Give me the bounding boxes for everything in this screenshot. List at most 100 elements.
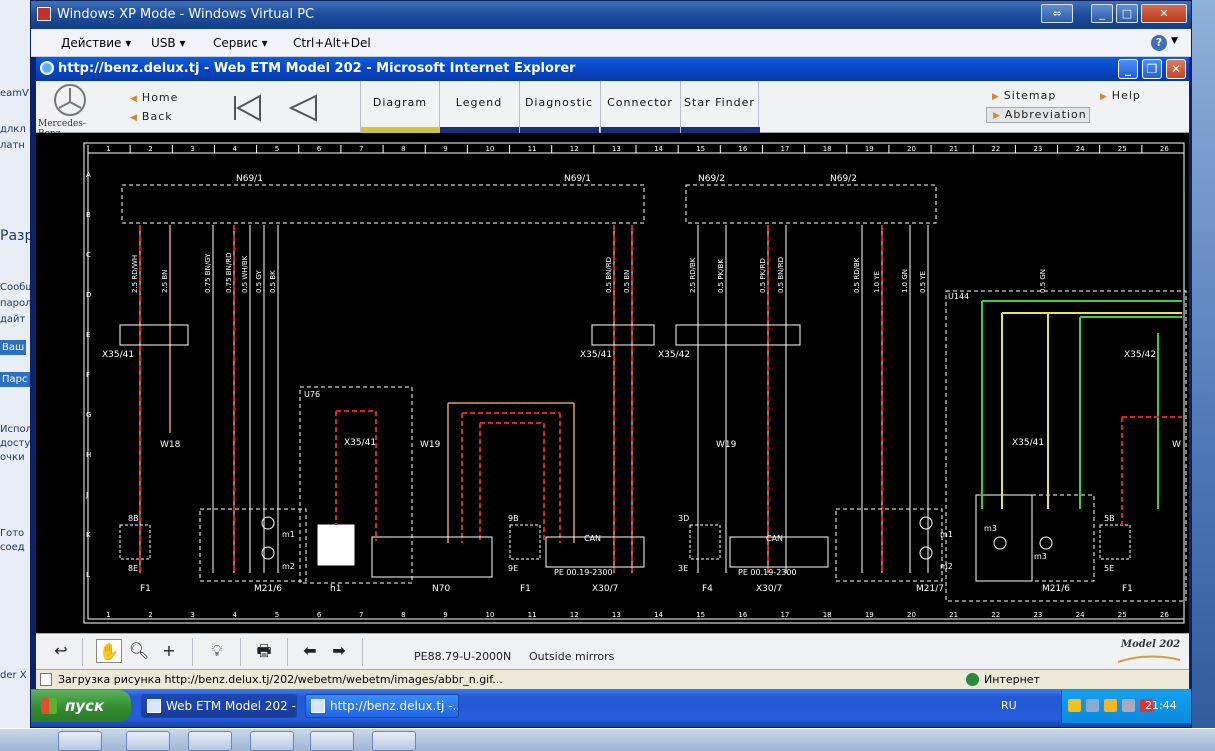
fuse-label: 5E bbox=[1104, 564, 1114, 573]
vm-menu-action[interactable]: Действие ▾ bbox=[61, 36, 131, 50]
bulb-icon[interactable]: 💡︎ bbox=[204, 639, 230, 663]
mercedes-logo[interactable]: Mercedes-Benz bbox=[38, 84, 102, 139]
column-label: 15 bbox=[696, 145, 705, 153]
clock: 21:44 bbox=[1145, 699, 1177, 712]
column-label: 13 bbox=[612, 145, 621, 153]
column-label: 13 bbox=[612, 611, 621, 619]
first-page-icon[interactable] bbox=[232, 94, 262, 122]
component-label: N70 bbox=[432, 584, 450, 594]
vm-fullscreen-icon[interactable]: ⇔ bbox=[1041, 4, 1073, 23]
column-label: 26 bbox=[1160, 145, 1169, 153]
column-label: 6 bbox=[317, 611, 322, 619]
home-link[interactable]: ◀ Home bbox=[130, 91, 178, 104]
can-label: CAN bbox=[766, 534, 783, 543]
status-text: Загрузка рисунка http://benz.delux.tj/20… bbox=[58, 673, 503, 686]
windows-flag-icon bbox=[41, 698, 57, 714]
tab-diagnostic[interactable]: Diagnostic bbox=[519, 81, 599, 133]
column-label: 7 bbox=[359, 611, 363, 619]
host-fragment: Ваш bbox=[0, 340, 27, 355]
host-fragment: Разр bbox=[0, 228, 30, 244]
column-label: 24 bbox=[1076, 145, 1085, 153]
network-icon[interactable] bbox=[1086, 699, 1099, 712]
language-indicator[interactable]: RU bbox=[1001, 699, 1017, 712]
sitemap-link[interactable]: ▶ Sitemap bbox=[986, 89, 1056, 105]
connector-label: X35/42 bbox=[658, 350, 690, 360]
arrow-right-icon[interactable]: ➡ bbox=[326, 639, 352, 663]
shield-icon[interactable] bbox=[1068, 699, 1081, 712]
column-label: 16 bbox=[738, 145, 747, 153]
column-label: 26 bbox=[1160, 611, 1169, 619]
column-label: 20 bbox=[907, 145, 916, 153]
component-label: X30/7 bbox=[592, 584, 618, 594]
column-label: 4 bbox=[233, 611, 238, 619]
motor-circle bbox=[993, 536, 1007, 550]
column-label: 23 bbox=[1033, 145, 1042, 153]
abbreviation-link[interactable]: ▶ Abbreviation bbox=[986, 107, 1090, 123]
host-opera-icon[interactable] bbox=[58, 731, 102, 751]
wire-label: 0.5 GN bbox=[1039, 269, 1047, 293]
wiring-diagram[interactable]: 1 1 2 2 3 3 4 4 5 5 6 6 7 7 8 8 9 9 10 10 11 11 12 12 13 13 14 14 15… bbox=[36, 133, 1189, 633]
ie-close-icon[interactable]: ✕ bbox=[1166, 59, 1186, 79]
vm-titlebar[interactable]: Windows XP Mode - Windows Virtual PC ⇔ _… bbox=[31, 1, 1191, 29]
zoom-icon[interactable]: 🔍︎ bbox=[126, 639, 152, 663]
module-box-u76 bbox=[299, 386, 413, 584]
column-label: 20 bbox=[907, 611, 916, 619]
fuse-label: 3E bbox=[678, 564, 688, 573]
host-vpc-icon[interactable] bbox=[372, 731, 416, 751]
model-swoosh-icon bbox=[1117, 655, 1181, 663]
ie-titlebar[interactable]: http://benz.delux.tj - Web ETM Model 202… bbox=[36, 57, 1189, 81]
wire-label: 0.5 PK/RD bbox=[759, 258, 767, 293]
ie-restore-icon[interactable]: ❐ bbox=[1142, 59, 1162, 79]
ie-minimize-icon[interactable]: _ bbox=[1118, 59, 1138, 79]
module-label: N69/2 bbox=[830, 174, 857, 184]
host-skype-icon[interactable] bbox=[126, 731, 170, 751]
chevron-down-icon[interactable]: ▼ bbox=[1171, 36, 1178, 46]
module-box-n69-1 bbox=[121, 184, 645, 224]
taskbar-item-etm[interactable]: Web ETM Model 202 -... bbox=[141, 694, 297, 718]
help-link[interactable]: ▶ Help bbox=[1094, 89, 1141, 105]
vm-minimize-icon[interactable]: _ bbox=[1091, 4, 1113, 23]
print-icon[interactable]: 🖶 bbox=[251, 639, 277, 663]
column-label: 25 bbox=[1118, 611, 1127, 619]
tab-legend[interactable]: Legend bbox=[439, 81, 519, 133]
tray-app-icon[interactable] bbox=[1122, 699, 1135, 712]
fuse-label: 9E bbox=[508, 564, 518, 573]
connector-strip bbox=[675, 324, 801, 346]
tab-star-finder[interactable]: Star Finder bbox=[680, 81, 760, 133]
tab-connector[interactable]: Connector bbox=[600, 81, 680, 133]
module-label: U76 bbox=[304, 390, 320, 399]
vm-menu-service[interactable]: Сервис ▾ bbox=[213, 36, 268, 50]
pe-label: PE 00.19-2300 bbox=[554, 568, 613, 577]
vm-close-icon[interactable]: ✕ bbox=[1141, 4, 1187, 23]
bulb-h1-box bbox=[317, 524, 355, 566]
fuse-label: 3D bbox=[678, 514, 689, 523]
vm-menu-ctrl-alt-del[interactable]: Ctrl+Alt+Del bbox=[293, 36, 371, 50]
fuse-box bbox=[689, 524, 721, 560]
help-icon[interactable]: ? bbox=[1151, 35, 1167, 51]
wire-label: 0.5 BN/RD bbox=[605, 257, 613, 293]
row-label: J bbox=[85, 491, 88, 499]
taskbar-item-benz[interactable]: http://benz.delux.tj -... bbox=[305, 694, 459, 718]
vm-maximize-icon[interactable]: □ bbox=[1116, 4, 1138, 23]
return-icon[interactable]: ↩ bbox=[48, 639, 74, 663]
warning-icon[interactable] bbox=[1104, 699, 1117, 712]
start-button[interactable]: пуск bbox=[31, 690, 131, 722]
globe-icon bbox=[966, 673, 979, 686]
previous-page-icon[interactable] bbox=[288, 94, 318, 122]
column-label: 5 bbox=[275, 611, 279, 619]
fuse-label: 5B bbox=[1104, 514, 1115, 523]
host-app-icon[interactable] bbox=[188, 731, 232, 751]
back-link[interactable]: ◀ Back bbox=[130, 110, 173, 123]
component-label: F1 bbox=[140, 584, 151, 594]
tab-diagram[interactable]: Diagram bbox=[360, 81, 440, 133]
column-label: 23 bbox=[1033, 611, 1042, 619]
arrow-left-icon[interactable]: ⬅ bbox=[297, 639, 323, 663]
hand-tool-icon[interactable]: ✋ bbox=[96, 639, 122, 663]
wire-label: 0.5 BK bbox=[269, 270, 277, 293]
crosshair-icon[interactable]: + bbox=[156, 639, 182, 663]
vm-menu-usb[interactable]: USB ▾ bbox=[151, 36, 185, 50]
host-app-icon[interactable] bbox=[310, 731, 354, 751]
host-fragment: соед bbox=[0, 542, 25, 553]
host-teamviewer-icon[interactable] bbox=[250, 731, 294, 751]
etm-toolbar: ↩ ✋ 🔍︎ + 💡︎ 🖶 ⬅ ➡ PE88.79-U-2000N Outsid… bbox=[36, 633, 1189, 669]
